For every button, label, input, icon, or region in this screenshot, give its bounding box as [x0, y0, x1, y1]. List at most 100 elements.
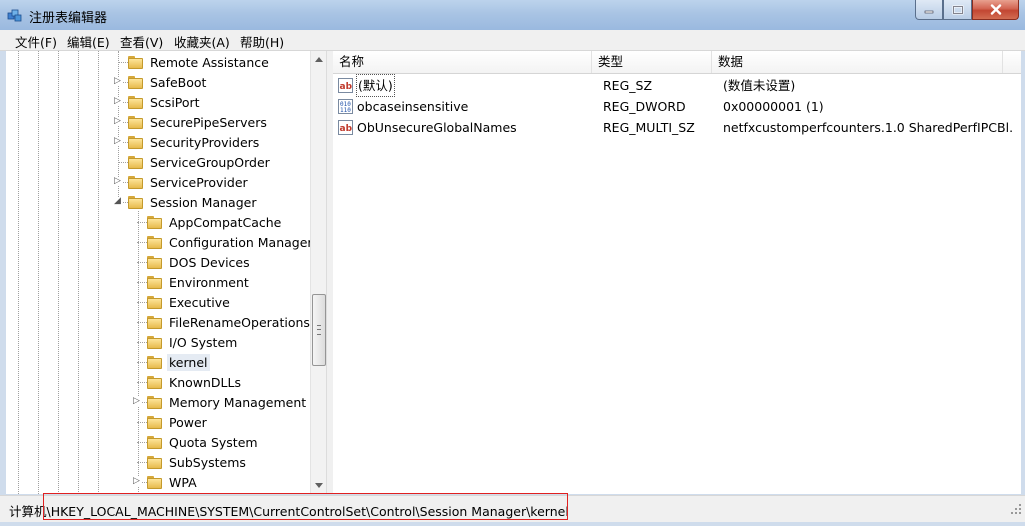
value-data: netfxcustomperfcounters.1.0 SharedPerfIP…	[723, 120, 1013, 135]
value-name: obcaseinsensitive	[357, 99, 469, 114]
tree-item-label: Remote Assistance	[150, 54, 269, 70]
folder-icon	[147, 235, 163, 249]
tree-item[interactable]: Power	[147, 412, 209, 432]
expand-arrow-icon[interactable]: ▷	[114, 117, 122, 126]
expand-arrow-icon[interactable]: ▷	[114, 177, 122, 186]
tree-guide-line	[137, 302, 147, 303]
tree-item[interactable]: DOS Devices	[147, 252, 252, 272]
tree-item[interactable]: ServiceProvider	[128, 172, 250, 192]
minimize-button[interactable]	[915, 0, 943, 20]
tree-guide-line	[118, 162, 128, 163]
expand-arrow-icon[interactable]: ▷	[133, 477, 141, 486]
value-type: REG_MULTI_SZ	[603, 120, 695, 135]
menu-file[interactable]: 文件(F)	[15, 32, 57, 51]
menu-view[interactable]: 查看(V)	[120, 32, 163, 51]
tree-guide-line	[138, 211, 139, 494]
scroll-down-arrow-icon[interactable]	[315, 483, 323, 488]
scroll-thumb[interactable]	[312, 294, 326, 366]
menu-help[interactable]: 帮助(H)	[240, 32, 284, 51]
tree-item[interactable]: SafeBoot	[128, 72, 208, 92]
column-header-type[interactable]: 类型	[592, 51, 712, 73]
resize-grip-icon[interactable]	[1011, 504, 1021, 514]
string-value-icon: ab	[338, 78, 353, 93]
tree-item[interactable]: SecurityProviders	[128, 132, 261, 152]
column-header-data[interactable]: 数据	[712, 51, 1003, 73]
expand-arrow-icon[interactable]: ▷	[114, 97, 122, 106]
tree-guide-line	[137, 362, 147, 363]
tree-item[interactable]: Session Manager	[128, 192, 258, 212]
collapse-arrow-icon[interactable]: ◢	[114, 197, 122, 206]
registry-tree[interactable]: Remote Assistance ▷ SafeBoot ▷ ScsiPort ▷ Secu…	[6, 51, 326, 494]
menu-favorites[interactable]: 收藏夹(A)	[174, 32, 230, 51]
tree-guide-line	[18, 51, 19, 494]
tree-item-label: kernel	[167, 353, 210, 371]
folder-icon	[128, 75, 144, 89]
tree-item[interactable]: ServiceGroupOrder	[128, 152, 272, 172]
tree-item-label: KnownDLLs	[169, 374, 241, 390]
folder-icon	[147, 455, 163, 469]
tree-item[interactable]: AppCompatCache	[147, 212, 283, 232]
svg-text:ab: ab	[340, 82, 353, 92]
scroll-grip-icon	[317, 325, 321, 335]
tree-item-label: Session Manager	[150, 194, 257, 210]
window-title: 注册表编辑器	[29, 11, 108, 26]
expand-arrow-icon[interactable]: ▷	[133, 397, 141, 406]
tree-item[interactable]: kernel	[147, 352, 210, 372]
folder-icon	[147, 375, 163, 389]
value-type: REG_SZ	[603, 78, 653, 93]
values-list[interactable]: 名称 类型 数据 ab (默认) REG_SZ (数值未设置) 010 110 obcase…	[333, 51, 1021, 494]
folder-icon	[147, 395, 163, 409]
tree-item[interactable]: ScsiPort	[128, 92, 202, 112]
tree-item-label: SecurityProviders	[150, 134, 260, 150]
tree-item[interactable]: Quota System	[147, 432, 260, 452]
list-item[interactable]: ab ObUnsecureGlobalNames REG_MULTI_SZ netfx…	[333, 117, 1021, 138]
tree-item-label: Executive	[169, 294, 230, 310]
tree-item-label: Power	[169, 414, 207, 430]
tree-item[interactable]: KnownDLLs	[147, 372, 243, 392]
value-data: 0x00000001 (1)	[723, 99, 824, 114]
registry-editor-icon	[7, 9, 22, 22]
tree-guide-line	[58, 51, 59, 494]
tree-item[interactable]: SecurePipeServers	[128, 112, 269, 132]
folder-icon	[128, 155, 144, 169]
svg-text:ab: ab	[340, 124, 353, 134]
tree-item[interactable]: Memory Management	[147, 392, 308, 412]
tree-item-label: Configuration Manager	[169, 234, 313, 250]
folder-icon	[147, 475, 163, 489]
tree-item[interactable]: I/O System	[147, 332, 239, 352]
folder-icon	[147, 255, 163, 269]
value-data: (数值未设置)	[723, 78, 796, 93]
registry-editor-window: 注册表编辑器 文件(F) 编辑(E) 查看(V) 收藏夹(A) 帮助(H) Re…	[0, 0, 1025, 526]
column-header-name[interactable]: 名称	[333, 51, 592, 73]
tree-item[interactable]: SubSystems	[147, 452, 248, 472]
folder-icon	[147, 295, 163, 309]
tree-item-label: ServiceProvider	[150, 174, 248, 190]
menu-bar: 文件(F) 编辑(E) 查看(V) 收藏夹(A) 帮助(H)	[0, 30, 1025, 51]
folder-icon	[128, 95, 144, 109]
list-item[interactable]: 010 110 obcaseinsensitive REG_DWORD 0x000000…	[333, 96, 1021, 117]
tree-guide-line	[137, 222, 147, 223]
path-highlight-box	[43, 493, 568, 520]
tree-item[interactable]: Configuration Manager	[147, 232, 315, 252]
tree-guide-line	[137, 442, 147, 443]
tree-scrollbar[interactable]	[310, 51, 326, 494]
scroll-up-arrow-icon[interactable]	[315, 57, 323, 62]
folder-icon	[147, 215, 163, 229]
tree-guide-line	[137, 422, 147, 423]
expand-arrow-icon[interactable]: ▷	[114, 137, 122, 146]
tree-guide-line	[137, 382, 147, 383]
tree-item-label: WPA	[169, 474, 197, 490]
tree-item[interactable]: WPA	[147, 472, 199, 492]
expand-arrow-icon[interactable]: ▷	[114, 77, 122, 86]
menu-edit[interactable]: 编辑(E)	[67, 32, 110, 51]
maximize-button[interactable]	[943, 0, 972, 20]
title-bar[interactable]: 注册表编辑器	[0, 0, 1025, 30]
tree-item[interactable]: FileRenameOperations	[147, 312, 312, 332]
tree-item[interactable]: Remote Assistance	[128, 52, 271, 72]
tree-item[interactable]: Executive	[147, 292, 232, 312]
tree-item-label: FileRenameOperations	[169, 314, 310, 330]
list-item[interactable]: ab (默认) REG_SZ (数值未设置)	[333, 74, 1021, 97]
folder-icon	[128, 135, 144, 149]
close-button[interactable]	[972, 0, 1019, 20]
tree-item[interactable]: Environment	[147, 272, 251, 292]
